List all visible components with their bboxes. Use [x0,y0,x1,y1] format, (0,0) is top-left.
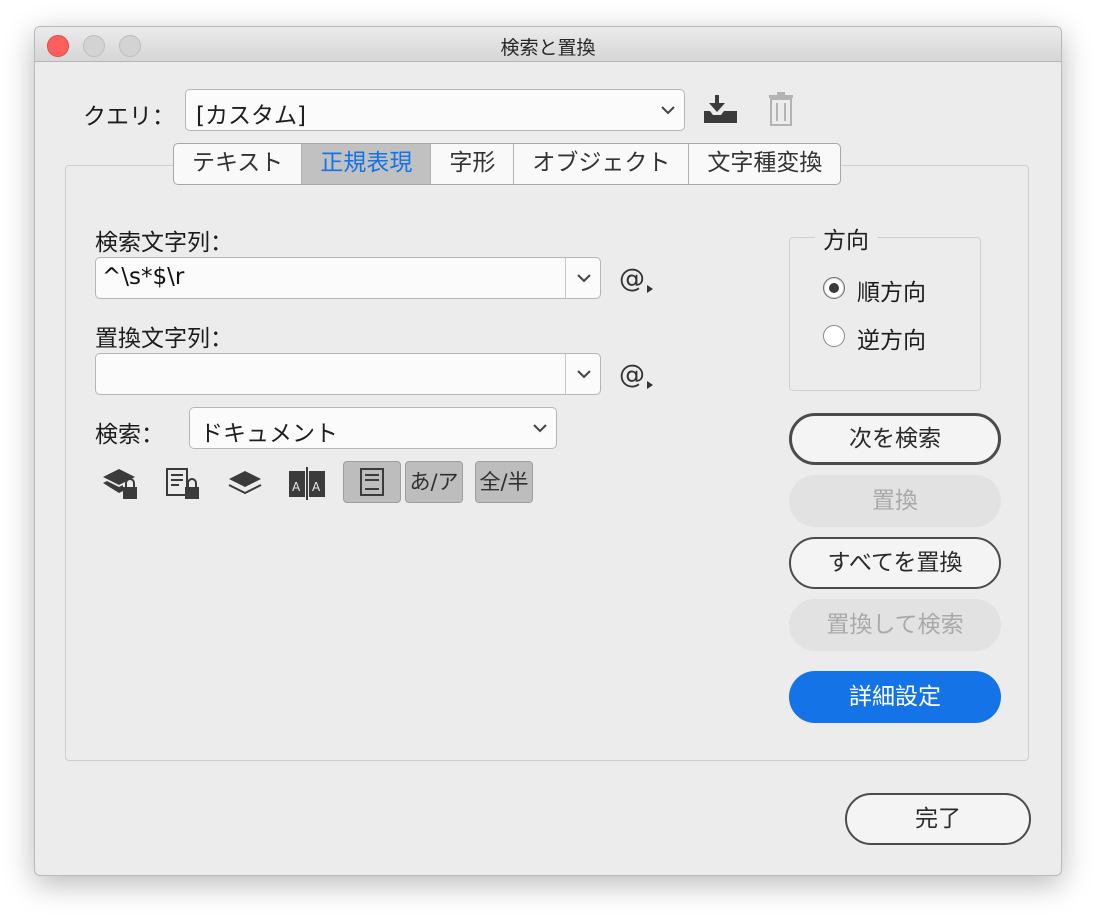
direction-forward-radio[interactable] [823,277,845,299]
chevron-down-icon[interactable] [568,258,600,298]
chevron-down-icon [652,90,684,130]
kana-sensitive-toggle[interactable]: あ/ア [405,461,463,503]
replace-combobox[interactable] [95,353,601,395]
query-select[interactable]: [カスタム] [185,89,685,131]
mode-tabs: テキスト 正規表現 字形 オブジェクト 文字種変換 [173,143,842,185]
trash-icon [761,91,801,127]
direction-group [789,237,981,391]
search-scope-value: ドキュメント [200,421,338,447]
replace-special-chars-icon[interactable]: @ [619,357,659,393]
direction-title: 方向 [815,221,877,255]
title-bar: 検索と置換 [35,27,1061,62]
find-next-button[interactable]: 次を検索 [789,413,1001,465]
footnotes-icon [360,468,384,496]
svg-text:@: @ [619,264,645,294]
find-replace-dialog: 検索と置換 クエリ： [カスタム] テキスト 正規表現 字形 オブジェクト 文字… [34,26,1062,876]
tab-text[interactable]: テキスト [174,144,301,184]
tab-transliterate[interactable]: 文字種変換 [688,144,840,184]
query-value: [カスタム] [196,103,306,129]
tab-glyph[interactable]: 字形 [430,144,513,184]
find-label: 検索文字列： [95,230,233,256]
find-combobox[interactable]: ^\s*$\r [95,257,601,299]
width-sensitive-toggle[interactable]: 全/半 [475,461,533,503]
direction-backward-label[interactable]: 逆方向 [857,321,926,355]
search-scope-select[interactable]: ドキュメント [189,407,557,449]
svg-text:A: A [292,480,301,494]
find-special-chars-icon[interactable]: @ [619,261,659,297]
replace-label: 置換文字列： [95,326,233,352]
chevron-down-icon[interactable] [568,354,600,394]
search-label: 検索： [95,422,164,448]
hidden-layers-icon[interactable] [225,465,265,501]
tab-grep[interactable]: 正規表現 [301,144,431,184]
locked-layers-icon[interactable] [101,465,141,501]
done-button[interactable]: 完了 [845,793,1031,845]
find-input[interactable]: ^\s*$\r [102,264,184,290]
chevron-down-icon [524,408,556,448]
replace-all-button[interactable]: すべてを置換 [789,537,1001,589]
footnotes-toggle[interactable] [343,461,401,503]
more-options-button[interactable]: 詳細設定 [789,671,1001,723]
window-title: 検索と置換 [500,37,596,59]
query-label: クエリ： [83,104,175,130]
svg-text:A: A [312,480,321,494]
master-pages-icon[interactable]: A A [287,465,327,501]
direction-backward-radio[interactable] [823,325,845,347]
svg-text:@: @ [619,360,645,390]
direction-forward-label[interactable]: 順方向 [857,273,926,307]
save-query-icon[interactable] [701,91,741,127]
replace-find-button[interactable]: 置換して検索 [789,599,1001,651]
replace-button[interactable]: 置換 [789,475,1001,527]
locked-stories-icon[interactable] [163,465,203,501]
tab-object[interactable]: オブジェクト [513,144,688,184]
